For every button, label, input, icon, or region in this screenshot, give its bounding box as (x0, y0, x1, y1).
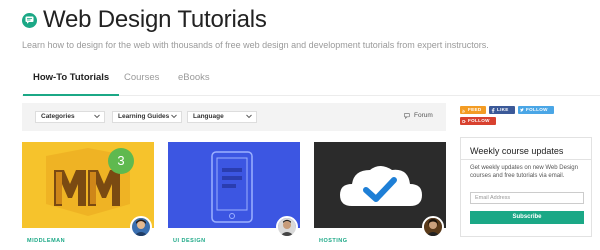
chevron-down-icon (246, 114, 252, 119)
rss-feed-button[interactable]: FEED (460, 106, 486, 114)
twitter-follow-button[interactable]: FOLLOW (518, 106, 554, 114)
chat-icon (22, 12, 37, 28)
language-select[interactable]: Language (187, 111, 257, 123)
middleman-logo-icon (46, 148, 130, 216)
card-category[interactable]: HOSTING (319, 238, 348, 244)
middleman-thumbnail[interactable]: 3 (22, 142, 154, 228)
forum-link-label: Forum (414, 112, 433, 119)
tab-how-to-tutorials[interactable]: How-To Tutorials (22, 72, 120, 96)
facebook-like-label: LIKE (497, 107, 509, 112)
page-subtitle: Learn how to design for the web with tho… (22, 40, 489, 50)
tutorial-card[interactable]: UI DESIGN (168, 142, 300, 250)
tab-courses[interactable]: Courses (124, 72, 159, 96)
chevron-down-icon (171, 114, 177, 119)
divider (461, 159, 591, 160)
mobile-wireframe-icon (211, 151, 253, 223)
page-header: Web Design Tutorials (22, 6, 267, 34)
categories-select[interactable]: Categories (35, 111, 105, 123)
page-title: Web Design Tutorials (43, 6, 267, 33)
card-category[interactable]: MIDDLEMAN (27, 238, 65, 244)
ui-design-thumbnail[interactable] (168, 142, 300, 228)
author-avatar[interactable] (130, 216, 152, 238)
newsletter-box: Weekly course updates Get weekly updates… (460, 137, 592, 237)
facebook-like-button[interactable]: LIKE (489, 106, 515, 114)
tutorial-card[interactable]: 3 MIDDLEMAN (22, 142, 154, 250)
google-plus-follow-label: FOLLOW (468, 118, 490, 123)
forum-link[interactable]: Forum (404, 112, 433, 119)
google-plus-follow-button[interactable]: FOLLOW (460, 117, 496, 125)
speech-bubble-icon (404, 112, 410, 119)
tutorial-card[interactable]: HOSTING (314, 142, 446, 250)
learning-guides-select-label: Learning Guides (118, 113, 170, 120)
facebook-icon (491, 107, 495, 113)
tab-ebooks[interactable]: eBooks (178, 72, 210, 96)
email-field[interactable]: Email Address (470, 192, 584, 204)
google-plus-icon (462, 119, 466, 123)
social-buttons: FEED LIKE FOLLOW FOLLOW (460, 106, 600, 128)
rss-feed-label: FEED (468, 107, 482, 112)
hosting-thumbnail[interactable] (314, 142, 446, 228)
author-avatar[interactable] (276, 216, 298, 238)
cloud-check-icon (340, 166, 422, 206)
twitter-icon (520, 107, 524, 112)
chevron-down-icon (94, 114, 100, 119)
learning-guides-select[interactable]: Learning Guides (112, 111, 182, 123)
newsletter-description: Get weekly updates on new Web Design cou… (470, 165, 578, 179)
content-tabs: How-To Tutorials Courses eBooks (22, 62, 600, 96)
newsletter-title: Weekly course updates (470, 146, 564, 156)
author-avatar[interactable] (422, 216, 444, 238)
language-select-label: Language (193, 113, 224, 120)
count-badge-value: 3 (117, 153, 125, 168)
count-badge: 3 (108, 148, 134, 174)
filter-bar: Categories Learning Guides Language Foru… (22, 103, 446, 131)
email-field-placeholder: Email Address (475, 195, 511, 201)
categories-select-label: Categories (41, 113, 75, 120)
twitter-follow-label: FOLLOW (526, 107, 548, 112)
subscribe-button[interactable]: Subscribe (470, 211, 584, 224)
rss-icon (462, 109, 465, 113)
card-category[interactable]: UI DESIGN (173, 238, 206, 244)
